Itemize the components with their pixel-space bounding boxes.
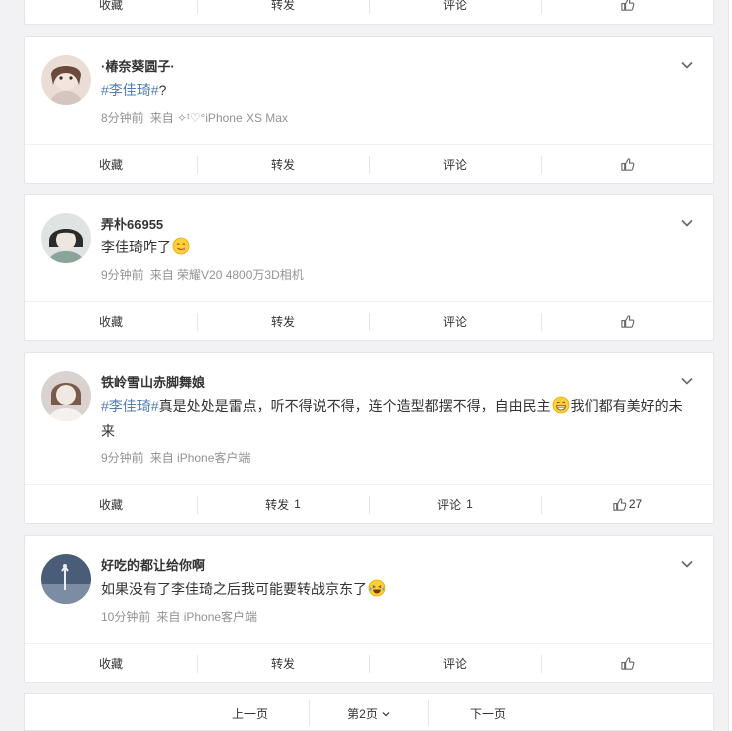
comment-count: 1: [466, 497, 473, 511]
post-actions: 收藏 转发 评论: [25, 144, 713, 183]
thumbs-up-icon: [612, 497, 627, 512]
repost-label: 转发: [270, 0, 295, 12]
yummy-face-icon: [172, 237, 190, 255]
post-card: ·椿奈葵圆子· #李佳琦#? 8分钟前 来自 ✧ᵗ♡°iPhone XS Max …: [24, 36, 714, 184]
pagination: 上一页 第2页 下一页: [24, 693, 714, 731]
post-card: 收藏 转发 评论: [24, 0, 714, 25]
username[interactable]: 弄朴66955: [101, 214, 163, 233]
like-button[interactable]: [541, 644, 713, 682]
post-text-body: ?: [158, 82, 167, 98]
post-card: 铁岭雪山赤脚舞娘 #李佳琦#真是处处是雷点，听不得说不得，连个造型都摆不得，自由…: [24, 352, 714, 524]
collect-button[interactable]: 收藏: [25, 145, 197, 183]
post-text: #李佳琦#?: [101, 78, 691, 103]
page-select[interactable]: 第2页: [310, 694, 428, 731]
collect-button[interactable]: 收藏: [25, 0, 197, 24]
hashtag-link[interactable]: #李佳琦#: [101, 398, 159, 414]
post-text-body: 真是处处是雷点，听不得说不得，连个造型都摆不得，自由民主: [158, 398, 551, 414]
post-text: 李佳琦咋了: [101, 235, 691, 260]
repost-label: 转发: [265, 497, 290, 512]
comment-label: 评论: [437, 497, 462, 512]
repost-button[interactable]: 转发: [197, 302, 369, 340]
post-text-body: 李佳琦咋了: [101, 239, 171, 255]
like-count: 27: [628, 497, 643, 511]
post-source[interactable]: 来自 荣耀V20 4800万3D相机: [150, 268, 304, 282]
post-time[interactable]: 10分钟前: [101, 610, 150, 624]
prev-page-label: 上一页: [231, 706, 268, 721]
comment-button[interactable]: 评论 1: [369, 485, 541, 523]
current-page-label: 第2页: [347, 706, 378, 721]
next-page-label: 下一页: [469, 706, 506, 721]
like-button[interactable]: [541, 302, 713, 340]
next-page-button[interactable]: 下一页: [429, 694, 547, 731]
chevron-down-icon[interactable]: [679, 373, 695, 389]
post-text: 如果没有了李佳琦之后我可能要转战京东了: [101, 577, 691, 602]
chevron-down-icon: [381, 708, 391, 718]
repost-label: 转发: [270, 656, 295, 671]
repost-button[interactable]: 转发: [197, 644, 369, 682]
avatar[interactable]: [41, 55, 91, 105]
collect-button[interactable]: 收藏: [25, 485, 197, 523]
post-meta: 10分钟前 来自 iPhone客户端: [101, 608, 257, 625]
like-button[interactable]: [541, 145, 713, 183]
post-actions: 收藏 转发 评论: [25, 301, 713, 340]
repost-button[interactable]: 转发: [197, 0, 369, 24]
post-actions: 收藏 转发 1 评论 1 27: [25, 484, 713, 523]
post-meta: 9分钟前 来自 iPhone客户端: [101, 449, 250, 466]
username[interactable]: 好吃的都让给你啊: [101, 555, 205, 574]
comment-label: 评论: [442, 157, 467, 172]
comment-button[interactable]: 评论: [369, 145, 541, 183]
username[interactable]: ·椿奈葵圆子·: [101, 56, 175, 75]
post-source[interactable]: 来自 ✧ᵗ♡°iPhone XS Max: [150, 111, 288, 125]
prev-page-button[interactable]: 上一页: [191, 694, 309, 731]
thumbs-up-icon: [620, 314, 635, 329]
post-source[interactable]: 来自 iPhone客户端: [156, 610, 257, 624]
post-card: 好吃的都让给你啊 如果没有了李佳琦之后我可能要转战京东了 10分钟前 来自 iPh…: [24, 535, 714, 683]
chevron-down-icon[interactable]: [679, 215, 695, 231]
post-actions: 收藏 转发 评论: [25, 0, 713, 24]
thumbs-up-icon: [620, 157, 635, 172]
chevron-down-icon[interactable]: [679, 57, 695, 73]
avatar[interactable]: [41, 371, 91, 421]
repost-button[interactable]: 转发 1: [197, 485, 369, 523]
comment-button[interactable]: 评论: [369, 0, 541, 24]
collect-label: 收藏: [98, 157, 123, 172]
hashtag-link[interactable]: #李佳琦#: [101, 82, 159, 98]
thumbs-up-icon: [620, 0, 635, 12]
post-time[interactable]: 9分钟前: [101, 451, 144, 465]
grin-face-icon: [552, 396, 570, 414]
repost-button[interactable]: 转发: [197, 145, 369, 183]
avatar[interactable]: [41, 213, 91, 263]
comment-button[interactable]: 评论: [369, 644, 541, 682]
post-time[interactable]: 8分钟前: [101, 111, 144, 125]
comment-button[interactable]: 评论: [369, 302, 541, 340]
post-text: #李佳琦#真是处处是雷点，听不得说不得，连个造型都摆不得，自由民主 我们都有美好的…: [101, 394, 691, 444]
post-meta: 9分钟前 来自 荣耀V20 4800万3D相机: [101, 266, 304, 283]
post-text-body: 如果没有了李佳琦之后我可能要转战京东了: [101, 581, 367, 597]
collect-label: 收藏: [98, 656, 123, 671]
post-actions: 收藏 转发 评论: [25, 643, 713, 682]
comment-label: 评论: [442, 656, 467, 671]
right-scroll-edge: [728, 0, 732, 731]
laugh-tears-face-icon: [368, 579, 386, 597]
collect-button[interactable]: 收藏: [25, 302, 197, 340]
chevron-down-icon[interactable]: [679, 556, 695, 572]
post-card: 弄朴66955 李佳琦咋了 9分钟前 来自 荣耀V20 4800万3D相机 收藏 …: [24, 194, 714, 341]
collect-button[interactable]: 收藏: [25, 644, 197, 682]
post-meta: 8分钟前 来自 ✧ᵗ♡°iPhone XS Max: [101, 109, 288, 126]
repost-count: 1: [294, 497, 301, 511]
collect-label: 收藏: [98, 0, 123, 12]
repost-label: 转发: [270, 314, 295, 329]
comment-label: 评论: [442, 0, 467, 12]
collect-label: 收藏: [98, 314, 123, 329]
like-button[interactable]: 27: [541, 485, 713, 523]
post-source[interactable]: 来自 iPhone客户端: [150, 451, 251, 465]
avatar[interactable]: [41, 554, 91, 604]
repost-label: 转发: [270, 157, 295, 172]
comment-label: 评论: [442, 314, 467, 329]
like-button[interactable]: [541, 0, 713, 24]
post-time[interactable]: 9分钟前: [101, 268, 144, 282]
thumbs-up-icon: [620, 656, 635, 671]
username[interactable]: 铁岭雪山赤脚舞娘: [101, 372, 205, 391]
collect-label: 收藏: [98, 497, 123, 512]
